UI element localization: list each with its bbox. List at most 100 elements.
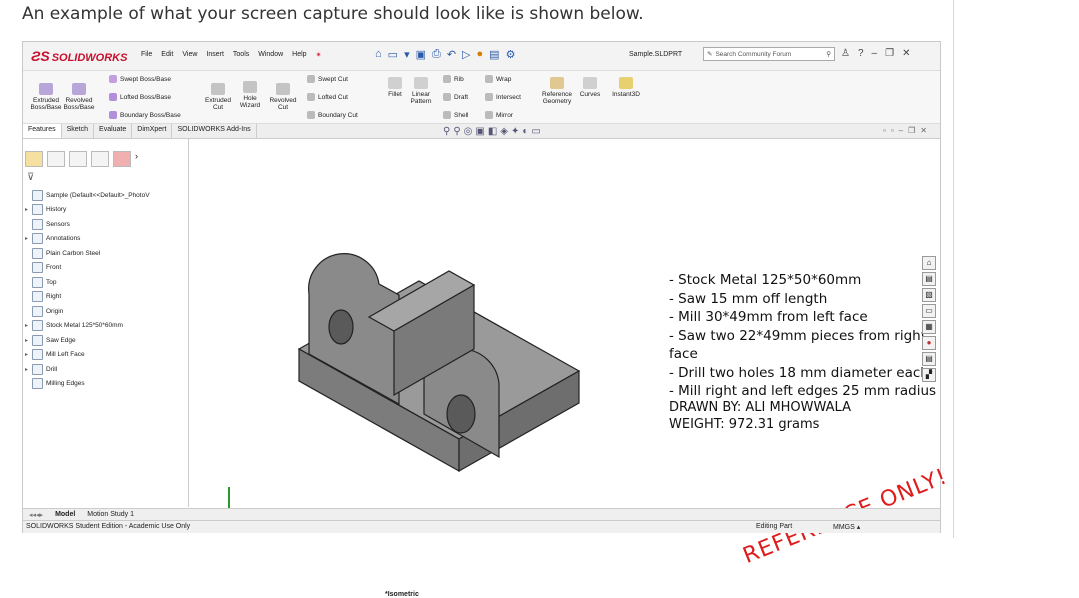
tab-motion-study[interactable]: Motion Study 1 bbox=[81, 511, 140, 518]
configuration-manager-tab-icon[interactable] bbox=[69, 151, 87, 167]
tree-item[interactable]: Top bbox=[25, 275, 150, 290]
menu-tools[interactable]: Tools bbox=[233, 51, 249, 59]
minimize-icon[interactable]: – bbox=[872, 48, 878, 59]
revolved-boss-button[interactable]: Revolved Boss/Base bbox=[63, 83, 95, 111]
open-icon[interactable]: ▾ bbox=[404, 48, 410, 61]
expand-arrow-icon[interactable]: ▸ bbox=[25, 235, 32, 242]
swept-cut-button[interactable]: Swept Cut bbox=[307, 75, 348, 83]
bottom-nav-arrows[interactable]: ◂◂◂▸ bbox=[23, 511, 49, 519]
hole-wizard-button[interactable]: Hole Wizard bbox=[235, 81, 265, 109]
home-tab-icon[interactable]: ⌂ bbox=[922, 256, 936, 270]
menu-window[interactable]: Window bbox=[258, 51, 283, 59]
menu-edit[interactable]: Edit bbox=[161, 51, 173, 59]
lofted-boss-button[interactable]: Lofted Boss/Base bbox=[109, 93, 171, 101]
expand-panel-icon[interactable]: › bbox=[135, 151, 151, 165]
tree-item[interactable]: ▸ Drill bbox=[25, 362, 150, 377]
reference-geometry-button[interactable]: Reference Geometry bbox=[537, 77, 577, 105]
close-icon[interactable]: ✕ bbox=[902, 48, 910, 59]
tab-features[interactable]: Features bbox=[23, 124, 62, 138]
resources-tab-icon[interactable]: ▤ bbox=[922, 272, 936, 286]
help-icon[interactable]: ? bbox=[858, 48, 864, 59]
tree-item-label: Top bbox=[46, 278, 57, 286]
mirror-button[interactable]: Mirror bbox=[485, 111, 513, 119]
draft-button[interactable]: Draft bbox=[443, 93, 468, 101]
home-icon[interactable]: ⌂ bbox=[375, 48, 382, 61]
tree-item[interactable]: Front bbox=[25, 261, 150, 276]
tree-item[interactable]: Sample (Default<<Default>_PhotoV bbox=[25, 188, 150, 203]
expand-arrow-icon[interactable]: ▸ bbox=[25, 322, 32, 329]
display-manager-tab-icon[interactable] bbox=[113, 151, 131, 167]
extruded-boss-button[interactable]: Extruded Boss/Base bbox=[29, 83, 63, 111]
dimxpert-manager-tab-icon[interactable] bbox=[91, 151, 109, 167]
graphics-area[interactable]: - Stock Metal 125*50*60mm - Saw 15 mm of… bbox=[189, 139, 951, 598]
tree-item[interactable]: ▸ Stock Metal 125*50*60mm bbox=[25, 319, 150, 334]
design-library-icon[interactable]: ▧ bbox=[922, 288, 936, 302]
forum-tab-icon[interactable]: ▞ bbox=[922, 368, 936, 382]
tree-item[interactable]: Milling Edges bbox=[25, 377, 150, 392]
swept-boss-button[interactable]: Swept Boss/Base bbox=[109, 75, 171, 83]
pane-controls[interactable]: ▫▫–❐✕ bbox=[883, 126, 932, 135]
view-palette-icon[interactable]: ▦ bbox=[922, 320, 936, 334]
tree-item[interactable]: ▸ History bbox=[25, 203, 150, 218]
pin-icon[interactable]: ✶ bbox=[316, 51, 322, 59]
tab-model[interactable]: Model bbox=[49, 511, 81, 518]
extruded-cut-button[interactable]: Extruded Cut bbox=[203, 83, 233, 111]
new-document-icon[interactable]: ▭ bbox=[388, 48, 398, 61]
tab-addins[interactable]: SOLIDWORKS Add-Ins bbox=[172, 124, 257, 138]
lofted-cut-button[interactable]: Lofted Cut bbox=[307, 93, 348, 101]
save-icon[interactable]: ▣ bbox=[416, 48, 426, 61]
search-community-input[interactable]: ✎ Search Community Forum ⚲ bbox=[703, 47, 835, 61]
units-selector[interactable]: MMGS ▴ bbox=[833, 523, 860, 531]
expand-arrow-icon[interactable]: ▸ bbox=[25, 351, 32, 358]
shell-button[interactable]: Shell bbox=[443, 111, 468, 119]
solidworks-logo[interactable]: ƧS SOLIDWORKS bbox=[31, 48, 127, 64]
search-icon[interactable]: ⚲ bbox=[826, 50, 831, 58]
expand-arrow-icon[interactable]: ▸ bbox=[25, 366, 32, 373]
restore-icon[interactable]: ❐ bbox=[885, 48, 894, 59]
expand-arrow-icon[interactable]: ▸ bbox=[25, 206, 32, 213]
boundary-cut-button[interactable]: Boundary Cut bbox=[307, 111, 358, 119]
custom-properties-icon[interactable]: ▤ bbox=[922, 352, 936, 366]
wrap-button[interactable]: Wrap bbox=[485, 75, 511, 83]
heads-up-view-toolbar[interactable]: ⚲⚲◎▣◧◈✦◐▭ bbox=[443, 126, 544, 137]
menu-insert[interactable]: Insert bbox=[206, 51, 224, 59]
file-properties-icon[interactable]: ▤ bbox=[489, 48, 499, 61]
undo-icon[interactable]: ↶ bbox=[447, 48, 456, 61]
tab-dimxpert[interactable]: DimXpert bbox=[132, 124, 173, 138]
feature-icon bbox=[32, 247, 43, 259]
appearances-icon[interactable]: ● bbox=[922, 336, 936, 350]
tree-item[interactable]: Sensors bbox=[25, 217, 150, 232]
tree-item[interactable]: Plain Carbon Steel bbox=[25, 246, 150, 261]
tree-item[interactable]: ▸ Saw Edge bbox=[25, 333, 150, 348]
menu-file[interactable]: File bbox=[141, 51, 152, 59]
tree-item[interactable]: Origin bbox=[25, 304, 150, 319]
fillet-button[interactable]: Fillet bbox=[385, 77, 405, 98]
rib-button[interactable]: Rib bbox=[443, 75, 464, 83]
tab-evaluate[interactable]: Evaluate bbox=[94, 124, 133, 138]
feature-manager-tab-icon[interactable] bbox=[25, 151, 43, 167]
instant3d-button[interactable]: Instant3D bbox=[609, 77, 643, 98]
property-manager-tab-icon[interactable] bbox=[47, 151, 65, 167]
select-icon[interactable]: ▷ bbox=[462, 48, 470, 61]
menu-view[interactable]: View bbox=[182, 51, 197, 59]
intersect-button[interactable]: Intersect bbox=[485, 93, 521, 101]
tree-item[interactable]: Right bbox=[25, 290, 150, 305]
file-explorer-icon[interactable]: ▭ bbox=[922, 304, 936, 318]
curves-icon bbox=[583, 77, 597, 89]
boundary-boss-button[interactable]: Boundary Boss/Base bbox=[109, 111, 181, 119]
options-icon[interactable]: ⚙ bbox=[506, 48, 516, 61]
filter-icon[interactable]: ⊽ bbox=[27, 172, 34, 183]
tree-item[interactable]: ▸ Mill Left Face bbox=[25, 348, 150, 363]
revolved-cut-button[interactable]: Revolved Cut bbox=[267, 83, 299, 111]
feature-manager-panel: › ⊽ Sample (Default<<Default>_PhotoV ▸ His… bbox=[23, 139, 189, 507]
rebuild-icon[interactable]: ● bbox=[477, 48, 484, 61]
tree-item[interactable]: ▸ Annotations bbox=[25, 232, 150, 247]
linear-pattern-button[interactable]: Linear Pattern bbox=[407, 77, 435, 105]
expand-arrow-icon[interactable]: ▸ bbox=[25, 337, 32, 344]
tab-sketch[interactable]: Sketch bbox=[62, 124, 95, 138]
tree-item-label: Plain Carbon Steel bbox=[46, 249, 101, 257]
print-icon[interactable]: ⎙ bbox=[432, 48, 441, 61]
user-icon[interactable]: ♙ bbox=[841, 48, 850, 59]
curves-button[interactable]: Curves bbox=[579, 77, 601, 98]
menu-help[interactable]: Help bbox=[292, 51, 306, 59]
